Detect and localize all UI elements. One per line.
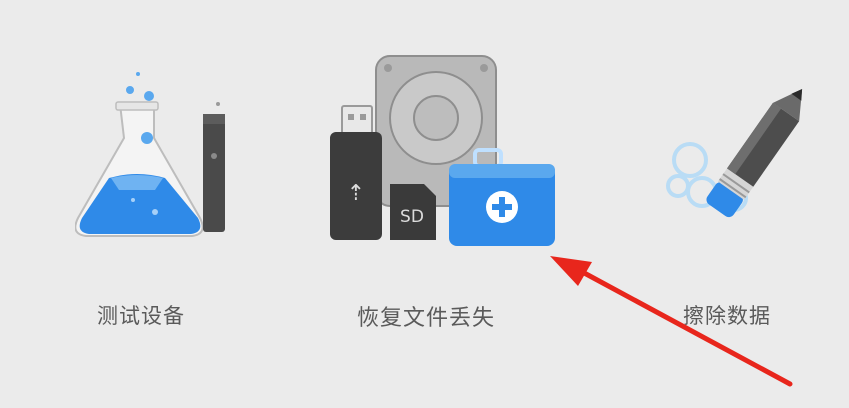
- svg-text:⇡: ⇡: [347, 181, 365, 206]
- erase-pen-icon: [666, 89, 803, 218]
- test-device-label: 测试设备: [97, 304, 185, 328]
- erase-data-tile[interactable]: 擦除数据: [630, 0, 849, 408]
- svg-text:SD: SD: [400, 207, 424, 227]
- recover-files-icon: ⇡ SD: [330, 55, 555, 246]
- test-device-tile[interactable]: 测试设备: [60, 0, 260, 408]
- erase-data-label: 擦除数据: [683, 304, 771, 328]
- recover-lost-files-label: 恢复文件丢失: [357, 306, 496, 331]
- flask-icon: [75, 72, 225, 237]
- recover-lost-files-tile[interactable]: ⇡ SD 恢复文件丢失: [300, 0, 590, 408]
